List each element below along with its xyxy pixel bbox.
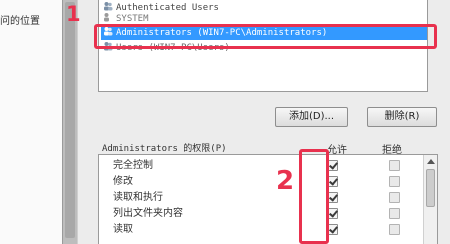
permission-row-modify: 修改 [113, 174, 413, 189]
permission-row-full-control: 完全控制 [113, 158, 413, 173]
deny-checkbox-list-folder[interactable] [389, 208, 400, 219]
permission-label: 读取和执行 [113, 192, 163, 203]
deny-checkbox-read[interactable] [389, 224, 400, 235]
add-button[interactable]: 添加(D)... [275, 107, 348, 127]
permission-row-list-folder: 列出文件夹内容 [113, 206, 413, 221]
left-scrollbar-thumb[interactable] [65, 2, 75, 238]
permissions-label: Administrators 的权限(P) [102, 144, 227, 154]
left-panel: 问的位置 [0, 0, 62, 244]
permission-row-read-execute: 读取和执行 [113, 190, 413, 205]
permission-label: 修改 [113, 176, 133, 187]
remove-button[interactable]: 删除(R) [367, 107, 437, 127]
permissions-scrollbar-thumb[interactable] [426, 169, 435, 207]
deny-checkbox-full-control[interactable] [389, 160, 400, 171]
permissions-list: 完全控制 修改 读取和执行 列出文件夹内容 读取 [98, 154, 438, 244]
step-number-1: 1 [66, 2, 81, 26]
scroll-up-arrow-icon[interactable] [427, 159, 435, 164]
permission-row-read: 读取 [113, 222, 413, 237]
permission-label: 完全控制 [113, 160, 153, 171]
permission-label: 列出文件夹内容 [113, 208, 183, 219]
highlight-box-step-1 [94, 24, 437, 49]
left-panel-label: 问的位置 [0, 16, 40, 27]
highlight-box-step-2 [299, 149, 329, 244]
deny-checkbox-modify[interactable] [389, 176, 400, 187]
users-group-icon [103, 1, 113, 11]
step-number-2: 2 [276, 166, 295, 196]
users-group-icon [103, 12, 113, 22]
permission-label: 读取 [113, 224, 133, 235]
permissions-scrollbar[interactable] [423, 155, 437, 244]
deny-checkbox-read-execute[interactable] [389, 192, 400, 203]
security-dialog: Authenticated Users SYSTEM Administrator… [78, 0, 450, 244]
user-row-label: SYSTEM [116, 14, 149, 24]
left-scrollbar[interactable] [62, 0, 78, 244]
